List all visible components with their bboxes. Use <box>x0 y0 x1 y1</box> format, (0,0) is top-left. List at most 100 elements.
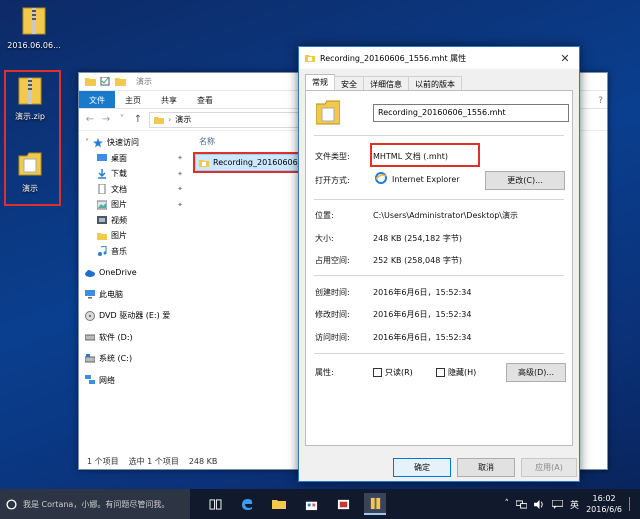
navigation-pane: ˅ 快速访问 桌面 ✦ 下载 ✦ 文档 ✦ 图片 ✦ 视频 图片 音乐 OneD… <box>79 133 189 453</box>
nav-item-label: 快速访问 <box>107 138 139 148</box>
nav-desktop[interactable]: 桌面 ✦ <box>79 151 189 167</box>
opens-with-value: Internet Explorer <box>392 175 460 184</box>
notification-icon[interactable] <box>629 497 632 511</box>
pin-icon[interactable]: ✦ <box>177 170 183 178</box>
breadcrumb[interactable]: 演示 <box>175 114 191 125</box>
cloud-icon <box>85 269 95 277</box>
pin-icon[interactable]: ✦ <box>177 154 183 162</box>
checkbox-icon[interactable] <box>100 77 111 86</box>
nav-pictures[interactable]: 图片 ✦ <box>79 197 189 213</box>
mht-file-icon <box>305 55 315 62</box>
checkbox-box[interactable] <box>436 368 445 377</box>
up-arrow-icon[interactable]: ↑ <box>133 114 143 125</box>
forward-arrow-icon[interactable]: → <box>101 114 111 125</box>
nav-drive-d[interactable]: 软件 (D:) <box>79 330 189 346</box>
pin-icon[interactable]: ✦ <box>177 201 183 209</box>
system-drive-icon <box>85 353 95 363</box>
status-selected-size: 248 KB <box>188 456 218 466</box>
taskbar: 我是 Cortana，小娜。有问题尽管问我。 ˄ 英 16:02 2016/6/… <box>0 489 640 519</box>
maximize-button[interactable]: ? <box>598 96 603 106</box>
properties-dialog: Recording_20160606_1556.mht 属性 ✕ 常规 安全 详… <box>298 46 580 482</box>
nav-dvd-drive[interactable]: DVD 驱动器 (E:) 爱 <box>79 308 189 324</box>
tab-details[interactable]: 详细信息 <box>363 76 409 90</box>
drive-icon <box>85 334 95 341</box>
internet-explorer-icon <box>375 172 387 184</box>
clock[interactable]: 16:02 2016/6/6 <box>586 493 622 515</box>
chevron-up-icon[interactable]: ˄ <box>505 499 510 509</box>
change-button[interactable]: 更改(C)... <box>485 171 565 190</box>
folder-icon <box>97 232 107 240</box>
nav-music[interactable]: 音乐 <box>79 244 189 260</box>
opens-with-label: 打开方式: <box>315 176 350 185</box>
advanced-button[interactable]: 高级(D)... <box>506 363 566 382</box>
back-arrow-icon[interactable]: ← <box>85 114 95 125</box>
zip-app-icon[interactable] <box>364 493 386 515</box>
divider <box>314 199 564 200</box>
network-icon[interactable] <box>516 499 528 509</box>
tab-home[interactable]: 主页 <box>115 91 151 108</box>
nav-network[interactable]: 网络 <box>79 373 189 389</box>
desktop-icon-zip-top[interactable]: 2016.06.06... <box>4 6 64 50</box>
divider <box>314 135 564 136</box>
tab-share[interactable]: 共享 <box>151 91 187 108</box>
nav-pictures-folder[interactable]: 图片 <box>79 228 189 244</box>
nav-item-label: 软件 (D:) <box>99 332 133 342</box>
close-icon[interactable]: ✕ <box>551 52 579 65</box>
nav-quick-access[interactable]: ˅ 快速访问 <box>79 135 189 151</box>
task-view-icon[interactable] <box>204 493 226 515</box>
nav-videos[interactable]: 视频 <box>79 213 189 229</box>
size-on-disk-value: 252 KB (258,048 字节) <box>373 256 462 265</box>
hidden-checkbox[interactable]: 隐藏(H) <box>436 367 476 378</box>
media-app-icon[interactable] <box>332 493 354 515</box>
ok-button[interactable]: 确定 <box>393 458 451 477</box>
size-on-disk-label: 占用空间: <box>315 256 350 265</box>
nav-item-label: 系统 (C:) <box>99 354 133 364</box>
apply-button[interactable]: 应用(A) <box>521 458 577 477</box>
nav-item-label: 桌面 <box>111 153 127 163</box>
file-row-highlight <box>193 152 303 173</box>
cancel-button[interactable]: 取消 <box>457 458 515 477</box>
divider <box>314 275 564 276</box>
new-folder-icon[interactable] <box>115 77 126 86</box>
store-icon[interactable] <box>300 493 322 515</box>
taskbar-apps <box>204 493 386 515</box>
video-icon <box>97 216 107 225</box>
nav-item-label: 图片 <box>111 200 127 210</box>
nav-drive-c[interactable]: 系统 (C:) <box>79 351 189 367</box>
folder-icon <box>85 78 96 86</box>
accessed-value: 2016年6月6日，15:52:34 <box>373 333 472 342</box>
nav-documents[interactable]: 文档 ✦ <box>79 182 189 198</box>
tab-general[interactable]: 常规 <box>305 74 335 90</box>
tab-view[interactable]: 查看 <box>187 91 223 108</box>
edge-icon[interactable] <box>236 493 258 515</box>
ime-indicator[interactable]: 英 <box>570 498 579 511</box>
file-explorer-icon[interactable] <box>268 493 290 515</box>
tab-file[interactable]: 文件 <box>79 91 115 108</box>
nav-item-label: 此电脑 <box>99 289 123 299</box>
chevron-down-icon: ˅ <box>85 138 89 148</box>
nav-this-pc[interactable]: 此电脑 <box>79 287 189 303</box>
readonly-checkbox[interactable]: 只读(R) <box>373 367 413 378</box>
dialog-titlebar: Recording_20160606_1556.mht 属性 ✕ <box>299 47 579 69</box>
pin-icon[interactable]: ✦ <box>177 185 183 193</box>
cortana-search-box[interactable]: 我是 Cortana，小娜。有问题尽管问我。 <box>0 489 190 519</box>
dialog-tabs: 常规 安全 详细信息 以前的版本 <box>299 74 579 90</box>
tab-security[interactable]: 安全 <box>334 76 364 90</box>
location-label: 位置: <box>315 211 334 220</box>
breadcrumb-separator: › <box>168 115 172 124</box>
location-value: C:\Users\Administrator\Desktop\演示 <box>373 211 518 220</box>
tab-previous-versions[interactable]: 以前的版本 <box>408 76 462 90</box>
desktop-icon-label: 2016.06.06... <box>7 41 61 50</box>
volume-icon[interactable] <box>534 499 545 509</box>
file-type-highlight <box>370 143 480 167</box>
nav-item-label: 网络 <box>99 375 115 385</box>
nav-onedrive[interactable]: OneDrive <box>79 265 189 281</box>
readonly-label: 只读(R) <box>385 368 413 377</box>
message-icon[interactable] <box>552 499 564 509</box>
star-icon <box>93 137 103 148</box>
chevron-down-icon[interactable]: ˅ <box>117 114 127 125</box>
nav-downloads[interactable]: 下载 ✦ <box>79 166 189 182</box>
file-name-input[interactable]: Recording_20160606_1556.mht <box>373 104 569 122</box>
desktop-icon <box>97 154 107 162</box>
checkbox-box[interactable] <box>373 368 382 377</box>
